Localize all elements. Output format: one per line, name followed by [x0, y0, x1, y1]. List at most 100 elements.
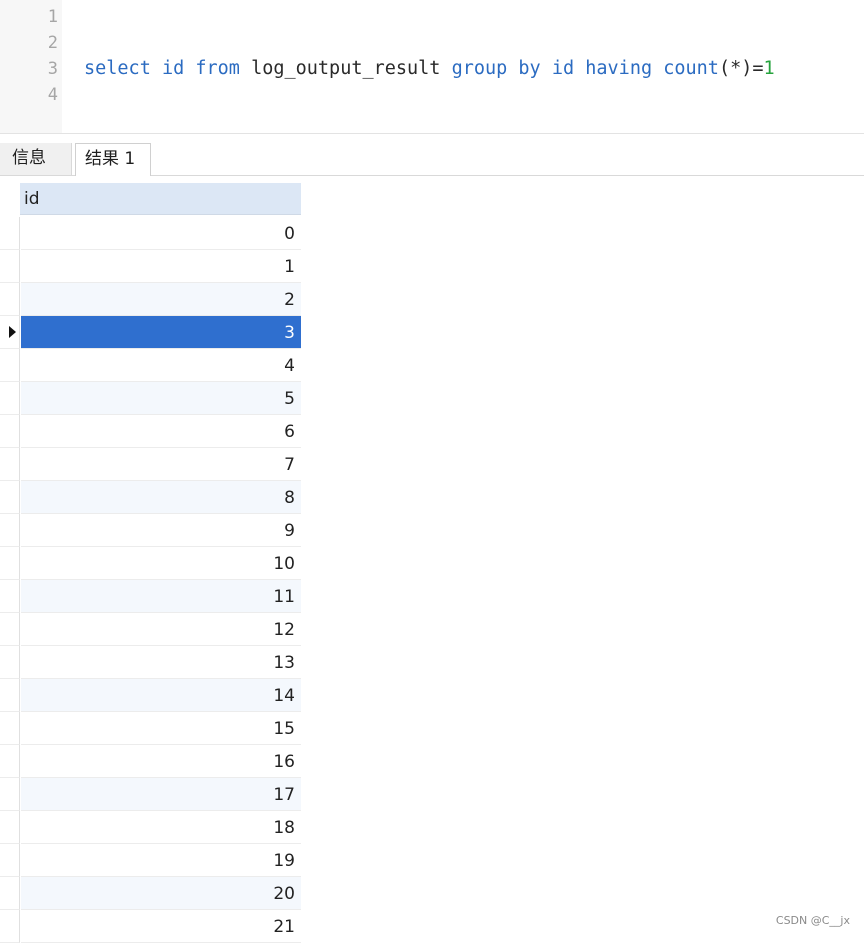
- table-row[interactable]: 15: [0, 712, 302, 745]
- sql-keyword: by: [518, 58, 541, 79]
- sql-editor[interactable]: 1 2 3 select id from log_output_result grou…: [0, 0, 864, 134]
- table-cell-id[interactable]: 16: [21, 745, 301, 778]
- table-row[interactable]: 6: [0, 415, 302, 448]
- editor-line[interactable]: 2: [0, 30, 58, 56]
- sql-keyword: group: [451, 58, 508, 79]
- row-selector[interactable]: [0, 580, 20, 613]
- sql-query-text[interactable]: select id from log_output_result group b…: [84, 56, 775, 82]
- row-selector[interactable]: [0, 514, 20, 547]
- editor-line[interactable]: 4: [0, 82, 58, 108]
- table-cell-id[interactable]: 15: [21, 712, 301, 745]
- table-cell-id[interactable]: 6: [21, 415, 301, 448]
- table-row[interactable]: 16: [0, 745, 302, 778]
- table-cell-id[interactable]: 0: [21, 217, 301, 250]
- table-cell-id[interactable]: 5: [21, 382, 301, 415]
- row-selector[interactable]: [0, 613, 20, 646]
- table-cell-id[interactable]: 21: [21, 910, 301, 943]
- table-row[interactable]: 9: [0, 514, 302, 547]
- watermark: CSDN @C__jx: [775, 914, 850, 927]
- table-cell-id[interactable]: 4: [21, 349, 301, 382]
- column-header-id[interactable]: id: [20, 183, 301, 215]
- table-row[interactable]: 14: [0, 679, 302, 712]
- current-row-indicator-icon[interactable]: [0, 316, 20, 349]
- row-selector[interactable]: [0, 646, 20, 679]
- table-row[interactable]: 5: [0, 382, 302, 415]
- editor-line[interactable]: 3 select id from log_output_result group …: [0, 56, 775, 82]
- sql-keyword: count: [663, 58, 719, 79]
- row-selector[interactable]: [0, 877, 20, 910]
- row-selector[interactable]: [0, 547, 20, 580]
- table-row[interactable]: 0: [0, 217, 302, 250]
- sql-identifier: [184, 58, 195, 79]
- row-selector[interactable]: [0, 448, 20, 481]
- table-row[interactable]: 11: [0, 580, 302, 613]
- table-cell-id[interactable]: 3: [21, 316, 301, 349]
- table-row[interactable]: 7: [0, 448, 302, 481]
- line-number: 2: [47, 33, 58, 53]
- table-cell-id[interactable]: 13: [21, 646, 301, 679]
- sql-keyword: id: [551, 58, 575, 79]
- row-selector[interactable]: [0, 217, 20, 250]
- table-cell-id[interactable]: 1: [21, 250, 301, 283]
- row-selector[interactable]: [0, 910, 20, 943]
- table-cell-id[interactable]: 20: [21, 877, 301, 910]
- sql-keyword: select: [84, 58, 151, 79]
- column-header-label: id: [24, 189, 40, 209]
- table-row[interactable]: 18: [0, 811, 302, 844]
- table-cell-id[interactable]: 7: [21, 448, 301, 481]
- row-selector[interactable]: [0, 712, 20, 745]
- table-cell-id[interactable]: 11: [21, 580, 301, 613]
- sql-keyword: id: [161, 58, 185, 79]
- line-number: 3: [47, 59, 58, 79]
- table-row[interactable]: 2: [0, 283, 302, 316]
- sql-identifier: log_output_result: [239, 58, 452, 79]
- sql-identifier: [574, 58, 585, 79]
- row-selector[interactable]: [0, 283, 20, 316]
- sql-keyword: having: [585, 58, 653, 79]
- table-row[interactable]: 21: [0, 910, 302, 943]
- table-cell-id[interactable]: 17: [21, 778, 301, 811]
- table-row[interactable]: 3: [0, 316, 302, 349]
- table-cell-id[interactable]: 14: [21, 679, 301, 712]
- table-row[interactable]: 1: [0, 250, 302, 283]
- editor-line[interactable]: 1: [0, 4, 58, 30]
- table-cell-id[interactable]: 18: [21, 811, 301, 844]
- sql-identifier: [652, 58, 663, 79]
- tab-result-label: 结果 1: [85, 149, 136, 169]
- result-tab-bar: 信息 结果 1: [0, 137, 864, 176]
- row-selector[interactable]: [0, 778, 20, 811]
- table-cell-id[interactable]: 19: [21, 844, 301, 877]
- tab-info-label: 信息: [12, 148, 46, 168]
- sql-identifier: (*)=: [718, 58, 764, 79]
- line-number: 1: [47, 7, 58, 27]
- table-cell-id[interactable]: 2: [21, 283, 301, 316]
- sql-identifier: [541, 58, 552, 79]
- row-selector[interactable]: [0, 250, 20, 283]
- table-cell-id[interactable]: 10: [21, 547, 301, 580]
- line-number: 4: [47, 85, 58, 105]
- row-selector[interactable]: [0, 811, 20, 844]
- sql-number: 1: [763, 58, 775, 79]
- row-selector[interactable]: [0, 349, 20, 382]
- row-selector[interactable]: [0, 382, 20, 415]
- sql-identifier: [507, 58, 518, 79]
- row-selector[interactable]: [0, 844, 20, 877]
- row-selector[interactable]: [0, 745, 20, 778]
- table-row[interactable]: 13: [0, 646, 302, 679]
- table-row[interactable]: 20: [0, 877, 302, 910]
- row-selector[interactable]: [0, 415, 20, 448]
- table-cell-id[interactable]: 12: [21, 613, 301, 646]
- row-selector[interactable]: [0, 481, 20, 514]
- table-row[interactable]: 17: [0, 778, 302, 811]
- row-selector[interactable]: [0, 679, 20, 712]
- table-row[interactable]: 12: [0, 613, 302, 646]
- table-row[interactable]: 19: [0, 844, 302, 877]
- table-cell-id[interactable]: 8: [21, 481, 301, 514]
- table-row[interactable]: 4: [0, 349, 302, 382]
- tab-info[interactable]: 信息: [0, 143, 72, 175]
- table-row[interactable]: 10: [0, 547, 302, 580]
- table-row[interactable]: 8: [0, 481, 302, 514]
- sql-keyword: from: [195, 58, 240, 79]
- tab-result-1[interactable]: 结果 1: [75, 143, 151, 176]
- table-cell-id[interactable]: 9: [21, 514, 301, 547]
